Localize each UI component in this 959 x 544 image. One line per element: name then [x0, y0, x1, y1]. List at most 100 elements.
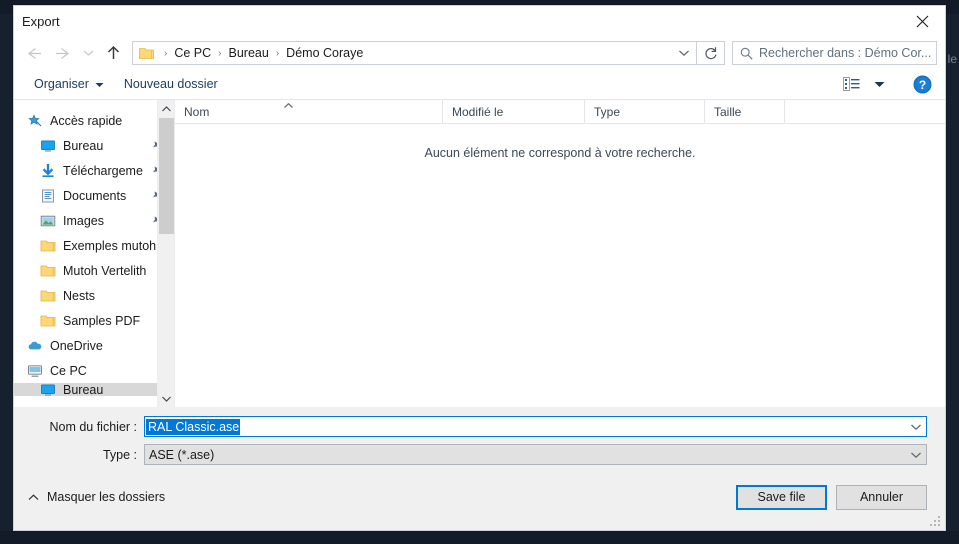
command-toolbar: Organiser Nouveau dossier ? [14, 69, 945, 100]
column-header-row: Nom Modifié le Type Taille [175, 98, 945, 124]
sidebar-item-label: Nests [63, 288, 95, 303]
folder-icon [139, 47, 154, 60]
documents-icon [39, 189, 57, 203]
breadcrumb-separator: › [275, 47, 280, 59]
filename-input[interactable]: RAL Classic.ase [144, 416, 927, 437]
scrollbar-thumb[interactable] [159, 118, 174, 234]
sidebar-item-samples-pdf[interactable]: Samples PDF [14, 308, 174, 333]
download-icon [39, 163, 57, 178]
new-folder-button[interactable]: Nouveau dossier [112, 74, 226, 94]
sidebar-item-label: Samples PDF [63, 313, 141, 328]
breadcrumb-item-0[interactable]: Ce PC [172, 46, 213, 60]
breadcrumb-item-1[interactable]: Bureau [227, 46, 271, 60]
empty-list-message: Aucun élément ne correspond à votre rech… [424, 146, 696, 160]
pictures-icon [39, 214, 57, 228]
scroll-down-icon[interactable] [158, 390, 174, 407]
navigation-scrollbar[interactable] [157, 100, 174, 407]
search-input[interactable]: Rechercher dans : Démo Cor... [732, 41, 937, 65]
up-icon[interactable] [98, 40, 128, 66]
column-header-nom[interactable]: Nom [175, 98, 443, 124]
sidebar-item-label: Mutoh Vertelith [63, 263, 147, 278]
sidebar-item-ce-pc[interactable]: Ce PC [14, 358, 174, 383]
recent-locations-chevron-icon[interactable] [78, 40, 98, 66]
filetype-select[interactable]: ASE (*.ase) [144, 444, 927, 465]
filetype-row: Type : ASE (*.ase) [14, 444, 945, 465]
save-form: Nom du fichier : RAL Classic.ase Type : … [14, 407, 945, 472]
sidebar-item-label: Accès rapide [50, 113, 123, 128]
sidebar-item-t-l-chargeme[interactable]: Téléchargeme [14, 158, 174, 183]
sidebar-item-exemples-mutoh[interactable]: Exemples mutoh [14, 233, 174, 258]
close-icon[interactable] [899, 6, 945, 37]
column-header-label: Modifié le [452, 104, 504, 119]
sidebar-item-images[interactable]: Images [14, 208, 174, 233]
breadcrumb: › Ce PC › Bureau › Démo Coraye [159, 46, 365, 60]
filetype-dropdown-chevron-icon[interactable] [906, 451, 926, 459]
navigation-tree: Accès rapide Bureau Téléchargeme Documents I… [14, 100, 174, 396]
sidebar-item-bureau[interactable]: Bureau [14, 133, 174, 158]
file-list-pane: Nom Modifié le Type Taille Aucun élément ne… [175, 98, 945, 407]
view-dropdown-chevron-icon[interactable] [867, 73, 891, 95]
search-icon [740, 47, 753, 60]
folder-icon [39, 239, 57, 253]
new-folder-label: Nouveau dossier [123, 77, 218, 91]
sidebar-item-acc-s-rapide[interactable]: Accès rapide [14, 108, 174, 133]
forward-icon[interactable] [48, 40, 78, 66]
folder-icon [39, 289, 57, 303]
breadcrumb-separator: › [164, 47, 168, 59]
scroll-up-icon[interactable] [158, 100, 174, 117]
column-header-modifi-le[interactable]: Modifié le [443, 99, 585, 124]
footer-buttons: Save file Annuler [736, 484, 927, 510]
column-header-label: Type [594, 104, 621, 119]
hide-folders-label: Masquer les dossiers [47, 490, 166, 504]
breadcrumb-item-2[interactable]: Démo Coraye [284, 46, 365, 60]
filename-row: Nom du fichier : RAL Classic.ase [14, 416, 945, 437]
back-icon[interactable] [18, 40, 48, 66]
desktop-icon [39, 383, 57, 396]
backdrop-edge-text: le [947, 52, 957, 66]
navigation-bar: › Ce PC › Bureau › Démo Coraye Recherche… [14, 37, 945, 69]
filetype-value: ASE (*.ase) [149, 447, 215, 462]
sidebar-item-label: Ce PC [50, 363, 87, 378]
column-header-type[interactable]: Type [585, 99, 705, 124]
sidebar-item-bureau[interactable]: Bureau [14, 383, 174, 396]
organize-label: Organiser [34, 77, 89, 91]
title-bar: Export [14, 6, 945, 37]
view-layout-icon[interactable] [839, 73, 863, 95]
column-header-taille[interactable]: Taille [705, 99, 785, 124]
column-header-label: Nom [184, 104, 210, 119]
navigation-pane: Accès rapide Bureau Téléchargeme Documents I… [14, 100, 175, 407]
cancel-button[interactable]: Annuler [836, 484, 927, 510]
sidebar-item-label: Exemples mutoh [63, 238, 157, 253]
sidebar-item-label: Bureau [63, 383, 104, 396]
toolbar-right-group: ? [839, 72, 935, 96]
dialog-body: Accès rapide Bureau Téléchargeme Documents I… [14, 98, 945, 407]
filename-label: Nom du fichier : [49, 419, 137, 434]
help-icon[interactable]: ? [909, 72, 935, 96]
filename-dropdown-chevron-icon[interactable] [906, 423, 926, 431]
sidebar-item-label: Images [63, 213, 104, 228]
hide-folders-toggle[interactable]: Masquer les dossiers [24, 487, 169, 507]
address-bar[interactable]: › Ce PC › Bureau › Démo Coraye [132, 41, 697, 65]
sidebar-item-label: Documents [63, 188, 127, 203]
sort-ascending-icon [283, 98, 294, 112]
sidebar-item-label: OneDrive [50, 338, 103, 353]
cloud-icon [26, 339, 44, 353]
organize-button[interactable]: Organiser [26, 74, 112, 94]
sidebar-item-mutoh-vertelith[interactable]: Mutoh Vertelith [14, 258, 174, 283]
sidebar-item-nests[interactable]: Nests [14, 283, 174, 308]
computer-icon [26, 364, 44, 378]
sidebar-item-label: Téléchargeme [63, 163, 143, 178]
chevron-down-icon [95, 77, 104, 91]
svg-text:?: ? [918, 78, 925, 92]
filename-value: RAL Classic.ase [146, 418, 241, 435]
resize-grip-icon[interactable] [930, 516, 941, 527]
filetype-label: Type : [102, 447, 137, 462]
address-dropdown-chevron-icon[interactable] [672, 42, 696, 64]
desktop-icon [39, 139, 57, 153]
sidebar-item-onedrive[interactable]: OneDrive [14, 333, 174, 358]
sidebar-item-documents[interactable]: Documents [14, 183, 174, 208]
search-placeholder: Rechercher dans : Démo Cor... [759, 46, 932, 60]
save-button[interactable]: Save file [736, 484, 827, 510]
breadcrumb-separator: › [218, 47, 222, 59]
refresh-icon[interactable] [697, 41, 725, 65]
